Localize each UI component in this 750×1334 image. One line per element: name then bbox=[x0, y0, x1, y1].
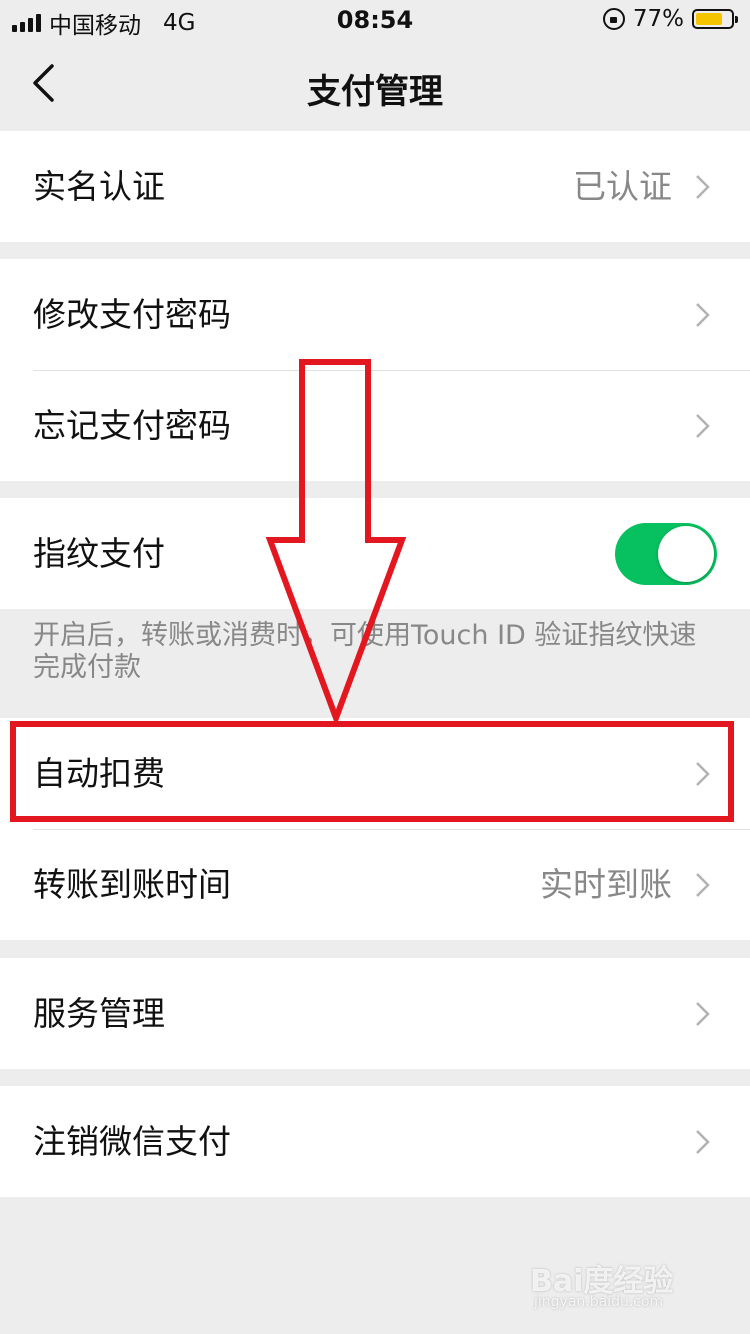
row-label: 忘记支付密码 bbox=[33, 406, 231, 445]
group-fingerprint: 指纹支付 bbox=[0, 498, 750, 609]
group-services: 服务管理 bbox=[0, 958, 750, 1069]
row-service-management[interactable]: 服务管理 bbox=[0, 958, 750, 1069]
row-cancel-wechat-pay[interactable]: 注销微信支付 bbox=[0, 1086, 750, 1197]
chevron-right-icon bbox=[696, 303, 710, 327]
row-auto-debit[interactable]: 自动扣费 bbox=[0, 718, 750, 829]
row-value: 实时到账 bbox=[540, 865, 672, 904]
chevron-right-icon bbox=[696, 762, 710, 786]
row-fingerprint-pay: 指纹支付 bbox=[0, 498, 750, 609]
group-password: 修改支付密码 忘记支付密码 bbox=[0, 259, 750, 481]
chevron-right-icon bbox=[696, 414, 710, 438]
row-transfer-arrival-time[interactable]: 转账到账时间 实时到账 bbox=[0, 829, 750, 940]
watermark-url: jingyan.baidu.com bbox=[534, 1294, 664, 1310]
navigation-bar: 支付管理 bbox=[0, 40, 750, 128]
battery-percent: 77% bbox=[632, 6, 684, 32]
fingerprint-toggle[interactable] bbox=[615, 523, 717, 585]
row-label: 修改支付密码 bbox=[33, 295, 231, 334]
group-cancel: 注销微信支付 bbox=[0, 1086, 750, 1197]
baidu-jingyan-watermark: Bai度经验 jingyan.baidu.com bbox=[530, 1256, 710, 1316]
row-label: 实名认证 bbox=[33, 167, 165, 206]
fingerprint-hint: 开启后，转账或消费时，可使用Touch ID 验证指纹快速完成付款 bbox=[33, 620, 697, 683]
chevron-right-icon bbox=[696, 1130, 710, 1154]
row-label: 转账到账时间 bbox=[33, 865, 231, 904]
orientation-lock-icon bbox=[602, 8, 625, 30]
row-value: 已认证 bbox=[573, 167, 672, 206]
row-label: 服务管理 bbox=[33, 994, 165, 1033]
row-label: 指纹支付 bbox=[33, 534, 165, 573]
row-forgot-password[interactable]: 忘记支付密码 bbox=[0, 370, 750, 481]
row-change-password[interactable]: 修改支付密码 bbox=[0, 259, 750, 370]
watermark-logo-text: Bai度经验 bbox=[530, 1264, 674, 1299]
chevron-right-icon bbox=[696, 873, 710, 897]
page-title: 支付管理 bbox=[307, 72, 443, 112]
group-identity: 实名认证 已认证 bbox=[0, 131, 750, 242]
status-bar: 中国移动 4G 08:54 77% bbox=[0, 0, 750, 40]
battery-icon bbox=[692, 9, 738, 29]
chevron-right-icon bbox=[696, 1002, 710, 1026]
group-payments: 自动扣费 转账到账时间 实时到账 bbox=[0, 718, 750, 940]
chevron-right-icon bbox=[696, 175, 710, 199]
toggle-knob bbox=[658, 526, 714, 582]
row-label: 自动扣费 bbox=[33, 754, 165, 793]
row-label: 注销微信支付 bbox=[33, 1122, 231, 1161]
row-real-name-verification[interactable]: 实名认证 已认证 bbox=[0, 131, 750, 242]
